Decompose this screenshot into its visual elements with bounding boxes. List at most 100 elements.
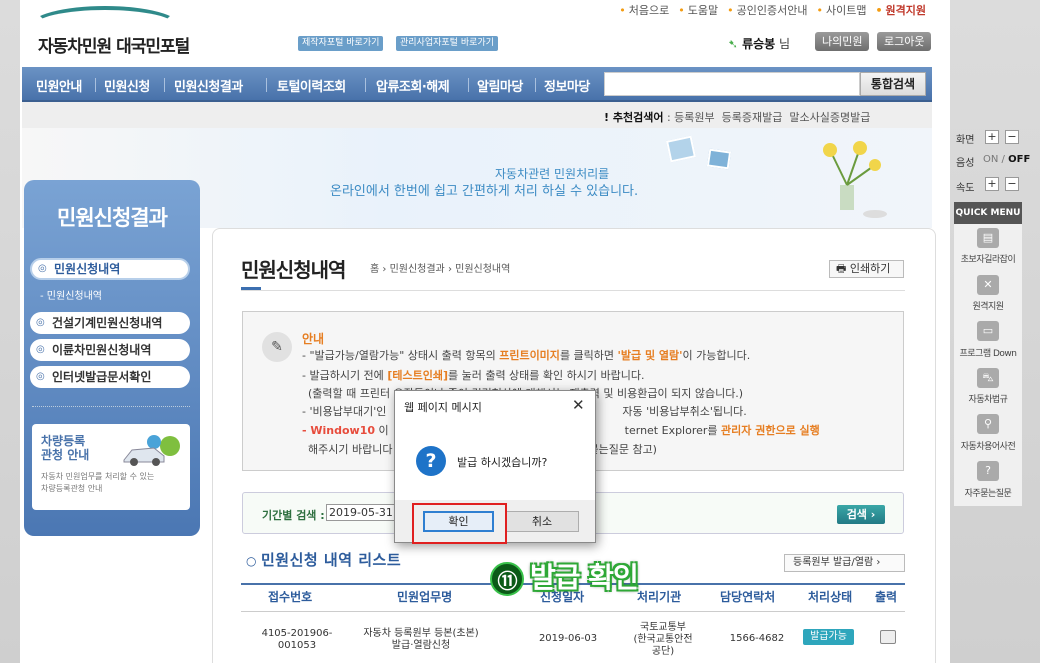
photo-frame-icon: [706, 148, 732, 170]
sidebar-subitem-civil-history[interactable]: - 민원신청내역: [40, 287, 102, 302]
nav-divider: [468, 78, 469, 92]
sidebar-item-motorcycle[interactable]: 이륜차민원신청내역: [30, 339, 190, 361]
quick-item-glossary[interactable]: 자동차용어사전: [954, 439, 1022, 452]
recommend-word[interactable]: 말소사실증명발급: [789, 111, 870, 124]
search-button[interactable]: 검색 ›: [837, 505, 885, 524]
maker-portal-link[interactable]: 제작자포털 바로가기: [298, 36, 384, 51]
notice-line-2: - 발급하시기 전에 [테스트인쇄]를 눌러 출력 상태를 확인 하시기 바랍니…: [302, 369, 645, 382]
step-annotation: ⑪ 발급 확인: [490, 556, 639, 596]
highlight-box: [412, 503, 507, 544]
issue-available-button[interactable]: 발급가능: [803, 629, 854, 645]
question-icon: ?: [416, 446, 446, 476]
speed-up-button[interactable]: +: [985, 177, 999, 191]
close-icon[interactable]: ✕: [572, 396, 585, 414]
print-button[interactable]: 🖶 인쇄하기: [829, 260, 904, 278]
printer-icon: 🖶: [836, 262, 847, 275]
quick-item-faq[interactable]: 자주묻는질문: [954, 486, 1022, 499]
util-link-remote[interactable]: • 원격지원: [875, 2, 926, 18]
utility-links: • 처음으로 • 도움말 • 공인인증서안내 • 사이트맵 • 원격지원: [619, 2, 926, 18]
breadcrumb-current: 민원신청내역: [455, 264, 511, 275]
recommend-word[interactable]: 등록증재발급: [722, 111, 783, 124]
util-link-home[interactable]: • 처음으로: [619, 2, 669, 18]
logout-button[interactable]: 로그아웃: [877, 32, 932, 51]
util-link-sitemap[interactable]: • 사이트맵: [817, 2, 867, 18]
quick-item-law[interactable]: 자동차법규: [954, 392, 1022, 405]
divider: [241, 290, 905, 291]
cancel-button[interactable]: 취소: [505, 511, 579, 532]
quick-item-download[interactable]: 프로그램 Down: [954, 346, 1022, 359]
site-logo[interactable]: 자동차민원 대국민포털: [38, 32, 190, 57]
quick-menu-title: QUICK MENU: [954, 202, 1022, 224]
page-title: 민원신청내역: [241, 258, 346, 282]
cell-contact: 1566-4682: [729, 633, 785, 644]
voice-label: 음성: [956, 158, 975, 169]
date-from-input[interactable]: 2019-05-31: [326, 504, 396, 521]
recommend-word[interactable]: 등록원부: [674, 111, 714, 124]
col-status: 처리상태: [808, 590, 853, 604]
registry-office-desc: 자동차 민원업무를 처리할 수 있는 차량등록관청 안내: [41, 472, 155, 493]
sidebar-item-doc-verify[interactable]: 인터넷발급문서확인: [30, 366, 190, 388]
nav-divider: [535, 78, 536, 92]
car-gear-icon: [123, 435, 180, 466]
quick-item-guide[interactable]: 초보자길라잡이: [954, 252, 1022, 265]
speed-down-button[interactable]: −: [1005, 177, 1019, 191]
nav-divider: [95, 78, 96, 92]
breadcrumb-result[interactable]: 민원신청결과: [390, 264, 445, 275]
registry-issue-button[interactable]: 등록원부 발급/열람 ›: [784, 554, 905, 572]
col-output: 출력: [875, 590, 898, 604]
dialog-title: 웹 페이지 메시지: [404, 401, 482, 414]
sidebar-item-civil-history[interactable]: 민원신청내역: [30, 258, 190, 280]
dialog-message: 발급 하시겠습니까?: [457, 456, 548, 469]
zoom-in-button[interactable]: +: [985, 130, 999, 144]
nav-item-notice[interactable]: 알림마당: [477, 76, 523, 95]
nav-item-guide[interactable]: 민원안내: [36, 76, 82, 95]
voice-toggle[interactable]: ON / OFF: [983, 154, 1030, 165]
remote-support-icon[interactable]: ✕: [977, 275, 999, 295]
integrated-search-input[interactable]: [604, 72, 860, 96]
nav-item-history[interactable]: 토털이력조회: [277, 76, 346, 95]
nav-item-info[interactable]: 정보마당: [544, 76, 590, 95]
breadcrumb-home[interactable]: 홈: [370, 264, 379, 275]
banner-text-2: 온라인에서 한번에 쉽고 간편하게 처리 하실 수 있습니다.: [330, 184, 639, 199]
dictionary-icon[interactable]: ⚲: [977, 414, 999, 434]
cell-date: 2019-06-03: [538, 633, 598, 644]
flowers-illustration-icon: [823, 141, 887, 218]
my-civil-button[interactable]: 나의민원: [815, 32, 870, 51]
nav-item-result[interactable]: 민원신청결과: [174, 76, 243, 95]
monitor-icon[interactable]: ▭: [977, 321, 999, 341]
guide-icon[interactable]: ▤: [977, 228, 999, 248]
nav-divider: [266, 78, 267, 92]
cell-receipt-no[interactable]: 4105-201906- 001053: [256, 628, 338, 652]
faq-icon[interactable]: ?: [977, 461, 999, 481]
integrated-search-button[interactable]: 통합검색: [860, 72, 926, 96]
quick-item-remote[interactable]: 원격지원: [954, 299, 1022, 312]
util-link-help[interactable]: • 도움말: [678, 2, 718, 18]
speed-label: 속도: [956, 183, 975, 194]
car-icon[interactable]: ⛍: [977, 368, 999, 388]
col-agency: 처리기관: [637, 590, 682, 604]
user-greeting: ➷ 류승봉 님: [728, 37, 791, 51]
print-image-icon[interactable]: [880, 630, 896, 644]
nav-item-seizure[interactable]: 압류조회·해제: [376, 76, 450, 95]
leaf-icon: ➷: [728, 37, 739, 51]
nav-divider: [365, 78, 366, 92]
col-contact: 담당연락처: [720, 590, 776, 604]
nav-item-apply[interactable]: 민원신청: [104, 76, 150, 95]
recommend-keywords: ! 추천검색어 : 등록원부 등록증재발급 말소사실증명발급: [604, 111, 871, 124]
screen-zoom-label: 화면: [956, 135, 975, 146]
period-label: 기간별 검색 :: [262, 509, 325, 522]
nav-divider: [164, 78, 165, 92]
speech-pen-icon: ✎: [262, 332, 292, 362]
col-task: 민원업무명: [397, 590, 453, 604]
business-portal-link[interactable]: 관리사업자포털 바로가기: [396, 36, 498, 51]
registry-office-title: 차량등록 관청 안내: [41, 434, 90, 462]
sidebar-title: 민원신청결과: [57, 206, 168, 230]
notice-title: 안내: [302, 332, 325, 346]
sidebar-item-construction[interactable]: 건설기계민원신청내역: [30, 312, 190, 334]
list-title: 민원신청 내역 리스트: [246, 549, 401, 570]
sidebar-divider: [32, 406, 190, 407]
breadcrumb: 홈 › 민원신청결과 › 민원신청내역: [370, 264, 511, 275]
col-receipt-no: 접수번호: [268, 590, 313, 604]
zoom-out-button[interactable]: −: [1005, 130, 1019, 144]
util-link-cert[interactable]: • 공인인증서안내: [727, 2, 807, 18]
